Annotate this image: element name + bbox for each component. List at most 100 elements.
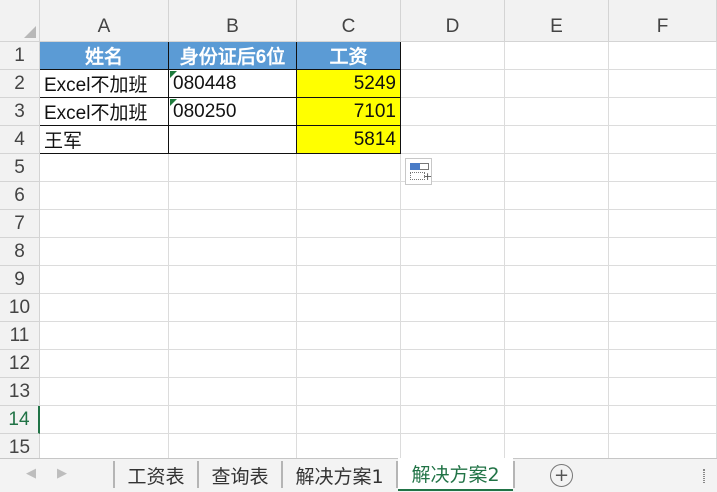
row-header-8[interactable]: 8 [0, 238, 40, 266]
column-header-a[interactable]: A [40, 0, 169, 42]
grid-cell[interactable] [505, 42, 609, 70]
grid-cell[interactable] [40, 182, 169, 210]
row-header-12[interactable]: 12 [0, 350, 40, 378]
select-all-corner[interactable] [0, 0, 40, 42]
cell-id[interactable]: 080448 [169, 70, 297, 98]
grid-cell[interactable] [505, 350, 609, 378]
grid-cell[interactable] [297, 154, 401, 182]
grid-cell[interactable] [40, 154, 169, 182]
grid-cell[interactable] [297, 294, 401, 322]
row-header-4[interactable]: 4 [0, 126, 40, 154]
grid-cell[interactable] [505, 182, 609, 210]
grid-cell[interactable] [505, 266, 609, 294]
cell-id[interactable] [169, 126, 297, 154]
grid-cell[interactable] [609, 238, 717, 266]
grid-cell[interactable] [169, 238, 297, 266]
column-header-c[interactable]: C [297, 0, 401, 42]
grid-cell[interactable] [505, 406, 609, 434]
header-cell-id[interactable]: 身份证后6位 [169, 42, 297, 70]
grid-cell[interactable] [169, 154, 297, 182]
grid-cell[interactable] [505, 98, 609, 126]
grid-cell[interactable] [40, 294, 169, 322]
grid-cell[interactable] [401, 210, 505, 238]
row-header-7[interactable]: 7 [0, 210, 40, 238]
cell-id[interactable]: 080250 [169, 98, 297, 126]
grid-cell[interactable] [401, 238, 505, 266]
grid-cell[interactable] [297, 238, 401, 266]
grid-cell[interactable] [40, 434, 169, 458]
grid-cell[interactable] [401, 126, 505, 154]
row-header-3[interactable]: 3 [0, 98, 40, 126]
row-header-13[interactable]: 13 [0, 378, 40, 406]
grid-cell[interactable] [169, 406, 297, 434]
cell-salary[interactable]: 7101 [297, 98, 401, 126]
grid-cell[interactable] [297, 210, 401, 238]
horizontal-scroll-splitter[interactable] [703, 469, 705, 483]
grid-cell[interactable] [297, 350, 401, 378]
grid-cell[interactable] [505, 378, 609, 406]
cell-salary[interactable]: 5814 [297, 126, 401, 154]
tab-scroll-right-icon[interactable]: ▶ [57, 466, 67, 481]
grid-cell[interactable] [609, 42, 717, 70]
grid-cell[interactable] [401, 98, 505, 126]
cell-salary[interactable]: 5249 [297, 70, 401, 98]
tab-query-sheet[interactable]: 查询表 [199, 459, 281, 491]
tab-scroll-left-icon[interactable]: ◀ [26, 466, 36, 481]
grid-cell[interactable] [609, 378, 717, 406]
grid-cell[interactable] [609, 182, 717, 210]
tab-solution-1[interactable]: 解决方案1 [283, 459, 396, 491]
tab-salary-sheet[interactable]: 工资表 [115, 459, 197, 491]
grid-cell[interactable] [401, 350, 505, 378]
grid-cell[interactable] [40, 210, 169, 238]
grid-cell[interactable] [609, 70, 717, 98]
column-header-f[interactable]: F [609, 0, 717, 42]
grid-cell[interactable] [609, 322, 717, 350]
cell-name[interactable]: Excel不加班 [40, 98, 169, 126]
grid-cell[interactable] [609, 266, 717, 294]
cell-name[interactable]: Excel不加班 [40, 70, 169, 98]
grid-cell[interactable] [40, 350, 169, 378]
grid-cell[interactable] [297, 266, 401, 294]
column-header-b[interactable]: B [169, 0, 297, 42]
grid-cell[interactable] [401, 378, 505, 406]
grid-cell[interactable] [297, 182, 401, 210]
row-header-1[interactable]: 1 [0, 42, 40, 70]
grid-cell[interactable] [297, 434, 401, 458]
cell-name[interactable]: 王军 [40, 126, 169, 154]
grid-cell[interactable] [401, 322, 505, 350]
grid-cell[interactable] [505, 294, 609, 322]
grid-cell[interactable] [40, 322, 169, 350]
add-sheet-button[interactable]: + [550, 464, 573, 487]
grid-cell[interactable] [297, 378, 401, 406]
paste-options-icon[interactable]: + [405, 158, 432, 185]
row-header-11[interactable]: 11 [0, 322, 40, 350]
row-header-15[interactable]: 15 [0, 434, 40, 458]
grid-cell[interactable] [169, 266, 297, 294]
grid-cell[interactable] [169, 378, 297, 406]
grid-cell[interactable] [609, 406, 717, 434]
grid-cell[interactable] [169, 182, 297, 210]
row-header-2[interactable]: 2 [0, 70, 40, 98]
grid-cell[interactable] [401, 42, 505, 70]
grid-cell[interactable] [505, 70, 609, 98]
grid-cell[interactable] [505, 434, 609, 458]
column-header-e[interactable]: E [505, 0, 609, 42]
grid-cell[interactable] [609, 350, 717, 378]
grid-cell[interactable] [609, 294, 717, 322]
tab-solution-2[interactable]: 解决方案2 [398, 458, 513, 491]
grid-cell[interactable] [505, 238, 609, 266]
header-cell-salary[interactable]: 工资 [297, 42, 401, 70]
grid-cell[interactable] [401, 294, 505, 322]
grid-cell[interactable] [609, 434, 717, 458]
grid-cell[interactable] [169, 322, 297, 350]
row-header-9[interactable]: 9 [0, 266, 40, 294]
grid-cell[interactable] [40, 406, 169, 434]
grid-cell[interactable] [401, 434, 505, 458]
grid-cell[interactable] [40, 238, 169, 266]
row-header-5[interactable]: 5 [0, 154, 40, 182]
header-cell-name[interactable]: 姓名 [40, 42, 169, 70]
grid-cell[interactable] [505, 154, 609, 182]
grid-cell[interactable] [505, 210, 609, 238]
grid-cell[interactable] [609, 98, 717, 126]
grid-cell[interactable] [609, 154, 717, 182]
